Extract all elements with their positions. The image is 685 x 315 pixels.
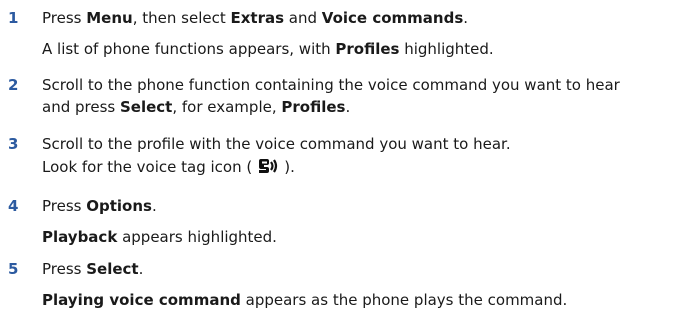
step-number: 5: [8, 260, 19, 278]
extras-label: Extras: [230, 9, 285, 27]
step-instruction-cont: Look for the voice tag icon ().: [42, 157, 295, 179]
step-instruction-cont: and press Select, for example, Profiles.: [42, 98, 351, 116]
profiles-label: Profiles: [281, 98, 346, 116]
step-result: Playback appears highlighted.: [42, 228, 277, 246]
playing-voice-command-label: Playing voice command: [42, 291, 241, 309]
step-result: Playing voice command appears as the pho…: [42, 291, 568, 309]
options-key-label: Options: [86, 197, 152, 215]
step-number: 2: [8, 76, 19, 94]
step-instruction: Press Select.: [42, 260, 144, 278]
voice-tag-icon: [256, 157, 280, 179]
voice-commands-label: Voice commands: [321, 9, 464, 27]
step-instruction: Press Menu, then select Extras and Voice…: [42, 9, 469, 27]
step-instruction: Scroll to the phone function containing …: [42, 76, 620, 94]
menu-key-label: Menu: [86, 9, 133, 27]
step-instruction: Scroll to the profile with the voice com…: [42, 135, 511, 153]
step-number: 4: [8, 197, 19, 215]
playback-label: Playback: [42, 228, 118, 246]
profiles-label: Profiles: [335, 40, 400, 58]
select-key-label: Select: [119, 98, 173, 116]
step-number: 3: [8, 135, 19, 153]
step-instruction: Press Options.: [42, 197, 157, 215]
step-result: A list of phone functions appears, with …: [42, 40, 494, 58]
select-key-label: Select: [86, 260, 139, 278]
step-number: 1: [8, 9, 19, 27]
